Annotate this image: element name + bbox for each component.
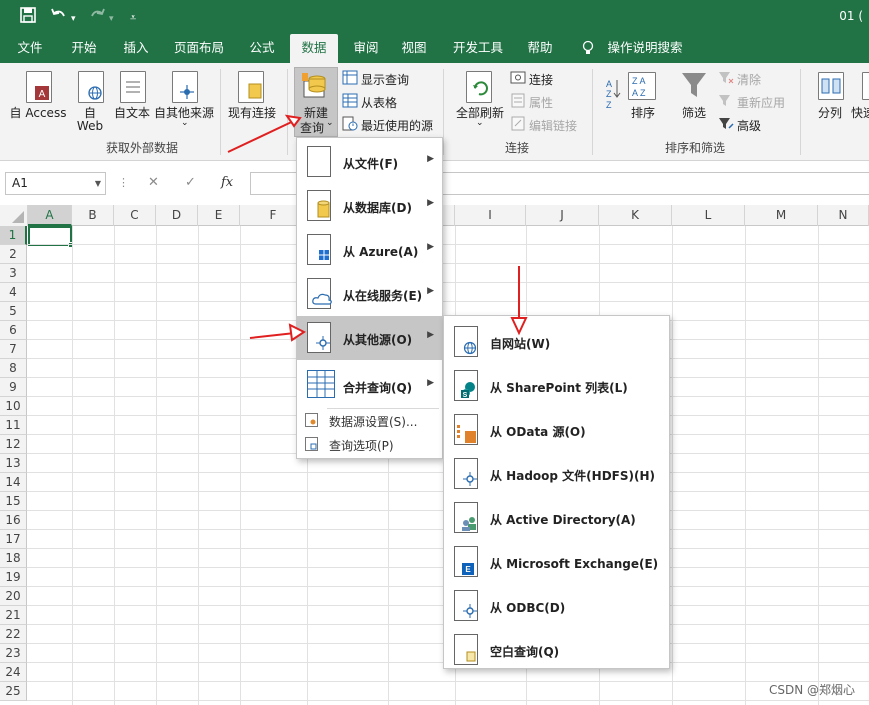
annotation-arrow-from-web [510, 266, 528, 336]
annotation-overlay [227, 114, 528, 342]
watermark: CSDN @郑烟心 [768, 683, 855, 697]
annotation-arrow-new-query [227, 114, 302, 153]
annotation-arrow-other-sources [249, 323, 306, 342]
